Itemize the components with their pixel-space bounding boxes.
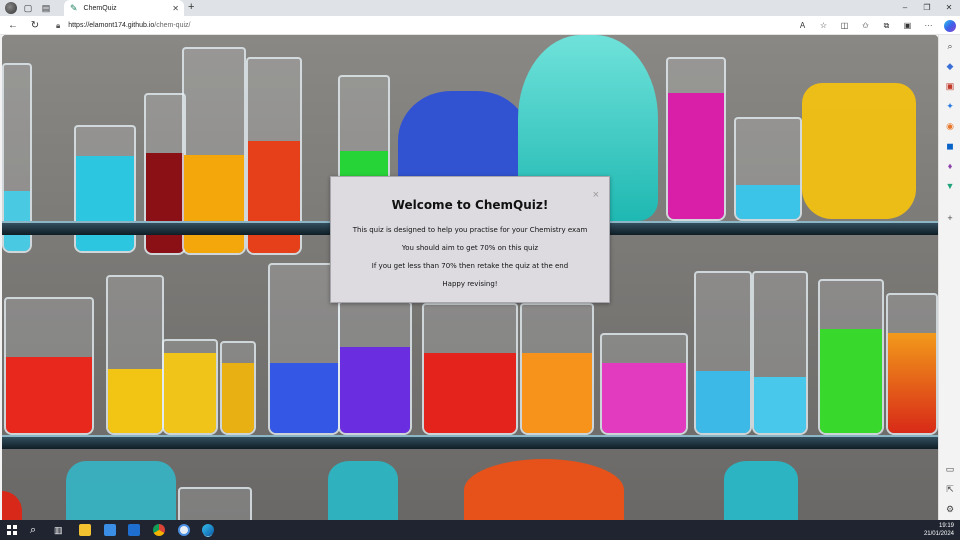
read-aloud-icon[interactable]: A	[792, 21, 813, 30]
beaker-yellow-2	[162, 339, 218, 435]
system-clock[interactable]: 19:19 21/01/2024	[924, 522, 954, 538]
url-host: https://elamont174.github.io	[68, 22, 155, 29]
settings-gear-icon[interactable]: ⚙	[944, 503, 956, 515]
bottom-flask-teal-1	[66, 461, 176, 520]
bottom-flask-teal-3	[724, 461, 798, 520]
modal-line-1: This quiz is designed to help you practi…	[352, 226, 588, 234]
welcome-modal: × Welcome to ChemQuiz! This quiz is desi…	[330, 176, 610, 303]
tab-close-icon[interactable]: ✕	[172, 4, 179, 13]
bottom-flask-teal-2	[328, 461, 398, 520]
maximize-button[interactable]: ❐	[916, 0, 938, 16]
drop-icon[interactable]: ▼	[944, 180, 956, 192]
toolbar-actions: A ☆ ◫ ✩ ⧉ ▣ ···	[792, 16, 956, 35]
shopping-tag-icon[interactable]: ◆	[944, 60, 956, 72]
jug-yellow	[802, 83, 916, 219]
chrome-icon[interactable]	[153, 524, 165, 536]
split-screen-icon[interactable]: ◫	[834, 21, 855, 30]
app-icon[interactable]	[178, 524, 190, 536]
beaker-lime	[818, 279, 884, 435]
tab-chemquiz[interactable]: ✎ ChemQuiz ✕	[64, 0, 184, 16]
middle-shelf-edge	[2, 435, 938, 437]
beaker-orange-red	[886, 293, 938, 435]
favorites-icon[interactable]: ✩	[855, 21, 876, 30]
beaker-yellow-3	[220, 341, 256, 435]
task-view-icon[interactable]: ▥	[54, 524, 66, 536]
minimize-button[interactable]: –	[894, 0, 916, 16]
beaker-magenta	[666, 57, 726, 221]
modal-close-button[interactable]: ×	[593, 189, 599, 201]
sidebar-panel-icon[interactable]: ▭	[944, 463, 956, 475]
url-text: https://elamont174.github.io/chem-quiz/	[68, 22, 190, 29]
beaker-purple	[338, 301, 412, 435]
extensions-icon[interactable]: ▣	[897, 21, 918, 30]
modal-title: Welcome to ChemQuiz!	[391, 198, 549, 212]
tab-favicon-icon: ✎	[70, 2, 78, 13]
store-icon[interactable]	[104, 524, 116, 536]
search-icon[interactable]: ⌕	[30, 524, 42, 536]
tools-icon[interactable]: ▣	[944, 80, 956, 92]
clock-date: 21/01/2024	[923, 531, 954, 537]
outlook-icon[interactable]: ◼	[944, 140, 956, 152]
middle-shelf	[2, 435, 938, 449]
edge-icon[interactable]	[202, 524, 214, 536]
star-icon[interactable]: ☆	[813, 21, 834, 30]
close-window-button[interactable]: ✕	[938, 0, 960, 16]
collections-icon[interactable]: ⧉	[876, 21, 897, 31]
profile-avatar-icon[interactable]	[5, 2, 17, 14]
refresh-icon[interactable]: ↻	[24, 20, 46, 31]
bottom-jar-clear	[178, 487, 252, 520]
beaker-orange-2	[520, 303, 594, 435]
windows-start-icon[interactable]	[7, 525, 17, 535]
back-arrow-icon[interactable]: ←	[2, 20, 24, 31]
beaker-sky-1	[694, 271, 752, 435]
games-icon[interactable]: ♦	[944, 160, 956, 172]
modal-line-3: If you get less than 70% then retake the…	[371, 262, 569, 270]
file-explorer-icon[interactable]	[79, 524, 91, 536]
lock-icon[interactable]: 🔒︎	[56, 21, 60, 31]
bottom-flask-orange	[464, 459, 624, 520]
new-tab-button[interactable]: +	[188, 1, 194, 13]
workspaces-icon[interactable]: ▢	[21, 1, 35, 15]
tab-title: ChemQuiz	[83, 4, 117, 12]
browser-tab-strip: ▢ ▤ ✎ ChemQuiz ✕ + – ❐ ✕	[0, 0, 960, 16]
beaker-yellow-1	[106, 275, 164, 435]
copilot-icon[interactable]	[944, 19, 956, 32]
address-bar[interactable]: 🔒︎ https://elamont174.github.io/chem-qui…	[56, 18, 826, 33]
mail-icon[interactable]	[128, 524, 140, 536]
beaker-lightblue	[734, 117, 802, 221]
modal-line-2: You should aim to get 70% on this quiz	[401, 244, 539, 252]
copilot-sidebar-icon[interactable]: ✦	[944, 100, 956, 112]
beaker-red-2	[4, 297, 94, 435]
beaker-pink	[600, 333, 688, 435]
bing-icon[interactable]: ◉	[944, 120, 956, 132]
modal-line-4: Happy revising!	[442, 280, 498, 288]
windows-taskbar: ⌕ ▥ 19:19 21/01/2024	[0, 520, 960, 540]
beaker-sky-2	[752, 271, 808, 435]
edge-sidebar: ⌕ ◆ ▣ ✦ ◉ ◼ ♦ ▼ + ▭ ⇱ ⚙	[938, 35, 960, 520]
tab-actions-icon[interactable]: ▤	[39, 1, 53, 15]
beaker-red-3	[422, 303, 518, 435]
search-icon[interactable]: ⌕	[944, 40, 956, 52]
clock-time: 19:19	[938, 523, 954, 529]
url-path: /chem-quiz/	[154, 22, 191, 29]
window-controls: – ❐ ✕	[894, 0, 960, 16]
more-menu-icon[interactable]: ···	[918, 21, 939, 30]
add-sidebar-app-icon[interactable]: +	[944, 212, 956, 224]
open-external-icon[interactable]: ⇱	[944, 483, 956, 495]
browser-toolbar: ← ↻ 🔒︎ https://elamont174.github.io/chem…	[0, 16, 960, 35]
